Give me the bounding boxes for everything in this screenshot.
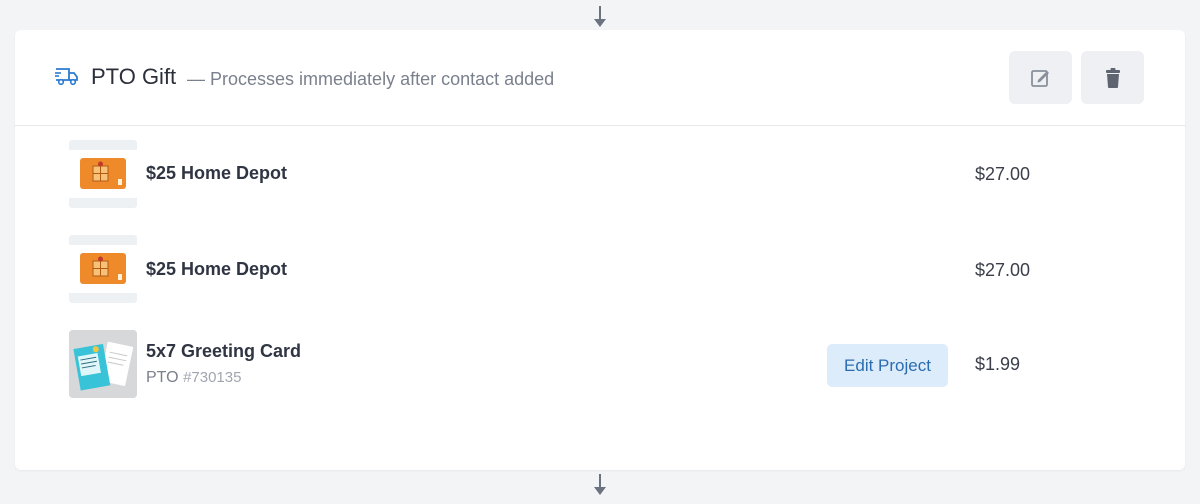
item-price: $27.00 [975,164,1031,184]
item-name: $25 Home Depot [146,259,288,279]
truck-icon [55,68,78,86]
list-item: $25 Home Depot $27.00 [15,235,1185,305]
gift-card-thumbnail [69,235,137,303]
list-item: 5x7 Greeting Card PTO #730135 Edit Proje… [15,330,1185,400]
greeting-card-icon [69,330,137,398]
item-price: $27.00 [975,260,1031,280]
list-item: $25 Home Depot $27.00 [15,140,1185,210]
step-title: PTO Gift [91,64,177,89]
item-sub-label: PTO #730135 [146,369,241,387]
step-header: PTO Gift — Processes immediately after c… [15,30,1185,126]
item-project-label: PTO [146,369,179,386]
item-project-number: #730135 [183,369,242,386]
greeting-card-thumbnail [69,330,137,398]
trash-icon [1105,67,1120,88]
step-card: PTO Gift — Processes immediately after c… [15,30,1185,470]
step-subtitle: — Processes immediately after contact ad… [187,69,555,89]
item-name: $25 Home Depot [146,163,288,183]
gift-card-thumbnail [69,140,137,208]
gift-card-icon [80,158,126,189]
edit-icon [1030,69,1049,87]
flow-arrow-down-icon [594,6,606,27]
edit-step-button[interactable] [1009,51,1072,104]
gift-card-icon [80,253,126,284]
item-name: 5x7 Greeting Card [146,341,302,361]
flow-arrow-down-icon [594,474,606,495]
item-price: $1.99 [975,354,1021,374]
delete-step-button[interactable] [1081,51,1144,104]
edit-project-button[interactable]: Edit Project [827,344,948,387]
